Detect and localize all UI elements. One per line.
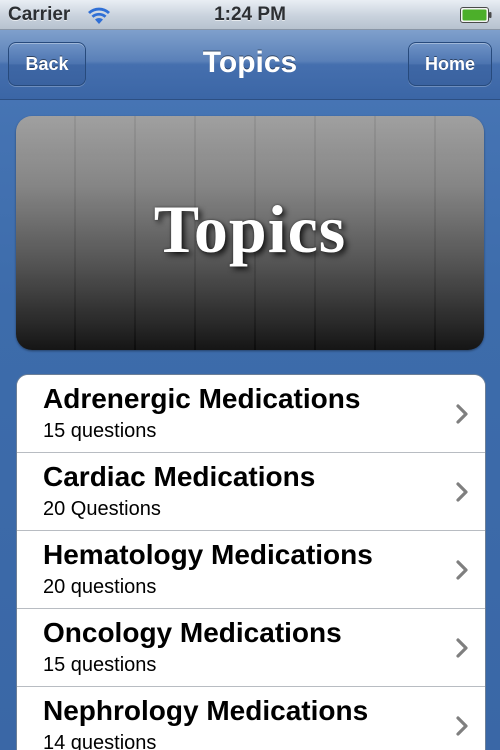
chevron-right-icon bbox=[456, 404, 468, 424]
home-button[interactable]: Home bbox=[408, 42, 492, 86]
chevron-right-icon bbox=[456, 560, 468, 580]
topic-list: Adrenergic Medications 15 questions Card… bbox=[16, 374, 486, 750]
topic-question-count: 15 questions bbox=[43, 654, 157, 676]
topic-question-count: 15 questions bbox=[43, 420, 157, 442]
chevron-right-icon bbox=[456, 638, 468, 658]
chevron-right-icon bbox=[456, 716, 468, 736]
topic-row-cardiac[interactable]: Cardiac Medications 20 Questions bbox=[17, 453, 485, 531]
topic-row-hematology[interactable]: Hematology Medications 20 questions bbox=[17, 531, 485, 609]
topic-title: Adrenergic Medications bbox=[43, 383, 361, 414]
topic-row-oncology[interactable]: Oncology Medications 15 questions bbox=[17, 609, 485, 687]
battery-icon bbox=[460, 7, 492, 23]
banner-title: Topics bbox=[153, 191, 347, 267]
topic-row-adrenergic[interactable]: Adrenergic Medications 15 questions bbox=[17, 375, 485, 453]
topic-title: Nephrology Medications bbox=[43, 695, 369, 726]
topic-question-count: 14 questions bbox=[43, 732, 157, 750]
chevron-right-icon bbox=[456, 482, 468, 502]
topic-title: Oncology Medications bbox=[43, 617, 342, 648]
topic-question-count: 20 questions bbox=[43, 576, 157, 598]
status-time: 1:24 PM bbox=[214, 4, 286, 25]
navigation-bar: Back Topics Home bbox=[0, 30, 500, 100]
topic-row-nephrology[interactable]: Nephrology Medications 14 questions bbox=[17, 687, 485, 750]
topic-question-count: 20 Questions bbox=[43, 498, 161, 520]
topic-title: Hematology Medications bbox=[43, 539, 373, 570]
status-bar: Carrier 1:24 PM bbox=[0, 0, 500, 30]
topics-banner: Topics bbox=[16, 116, 484, 350]
topic-title: Cardiac Medications bbox=[43, 461, 316, 492]
